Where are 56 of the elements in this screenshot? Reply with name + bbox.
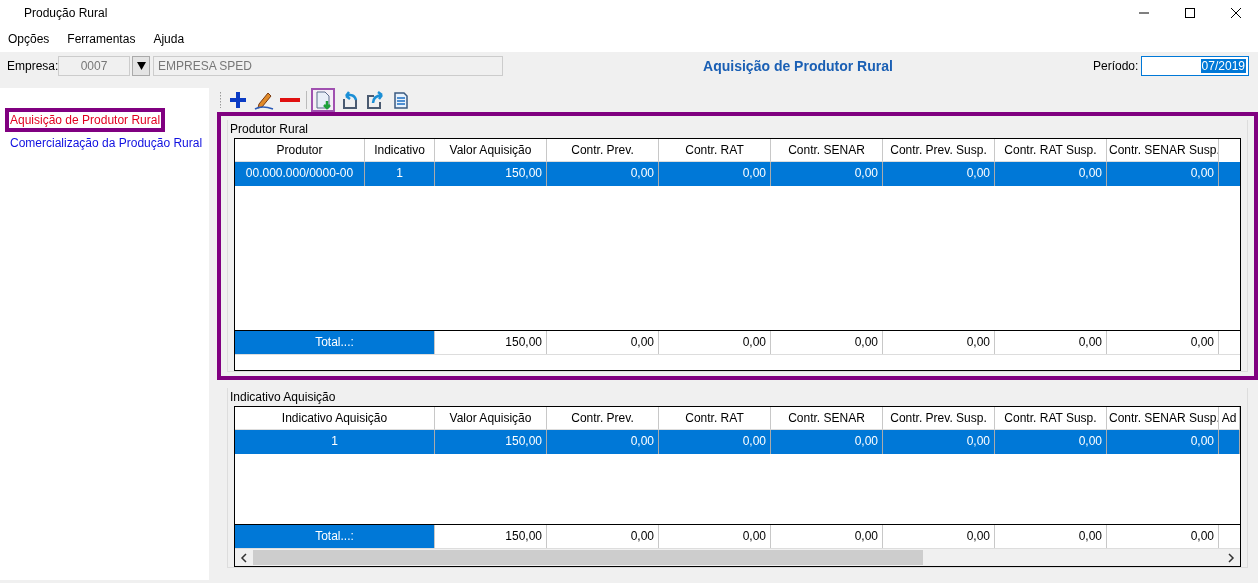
table-cell: 0,00 (995, 430, 1107, 454)
scroll-right-icon[interactable] (1227, 552, 1235, 563)
table-cell: 0,00 (659, 162, 771, 186)
window-title: Produção Rural (24, 6, 108, 20)
dropdown-button[interactable] (132, 56, 150, 76)
document-icon (391, 90, 411, 110)
total-cell: 150,00 (435, 331, 547, 354)
horizontal-scrollbar[interactable] (235, 548, 1240, 566)
table-cell: 150,00 (435, 430, 547, 454)
close-icon[interactable] (1230, 7, 1242, 19)
document-download-icon (313, 90, 333, 110)
table-cell: 0,00 (547, 430, 659, 454)
pencil-icon (254, 90, 274, 110)
total-label: Total...: (235, 525, 435, 548)
table-cell: 0,00 (771, 162, 883, 186)
table-cell: 1 (235, 430, 435, 454)
total-label: Total...: (235, 331, 435, 354)
table-cell: 150,00 (435, 162, 547, 186)
table-cell: 0,00 (659, 430, 771, 454)
table-cell: 00.000.000/0000-00 (235, 162, 365, 186)
period-label: Período: (1093, 59, 1140, 73)
total-cell: 0,00 (659, 331, 771, 354)
grip-icon[interactable] (219, 91, 222, 109)
share-icon (365, 90, 385, 110)
menu-item[interactable]: Opções (0, 32, 58, 46)
maximize-icon[interactable] (1184, 7, 1196, 19)
table-cell: 0,00 (1107, 162, 1219, 186)
menu-item[interactable]: Ajuda (145, 32, 193, 46)
table-row[interactable]: 00.000.000/0000-00 1 150,00 0,00 0,00 0,00 0,00 0,00 0,00 (235, 162, 1240, 186)
minus-icon (280, 98, 300, 102)
empresa-label: Empresa: (7, 59, 58, 73)
caret-icon[interactable] (136, 62, 146, 70)
table-cell: 0,00 (883, 430, 995, 454)
table-cell: 1 (365, 162, 435, 186)
sidebar-link[interactable]: Comercialização da Produção Rural (10, 134, 203, 152)
toolbar-button[interactable] (311, 88, 335, 112)
table-cell: 0,00 (1107, 430, 1219, 454)
scroll-left-icon[interactable] (240, 552, 248, 563)
table-cell: 0,00 (995, 162, 1107, 186)
table-cell: 0,00 (883, 162, 995, 186)
total-cell: 0,00 (995, 331, 1107, 354)
total-cell: 0,00 (883, 331, 995, 354)
total-cell: 0,00 (1107, 331, 1219, 354)
group-title: Indicativo Aquisição (230, 390, 338, 404)
total-cell: 0,00 (547, 331, 659, 354)
period-field[interactable]: 07/2019 (1141, 56, 1249, 76)
table-row[interactable]: 1 150,00 0,00 0,00 0,00 0,00 0,00 0,00 (235, 430, 1240, 454)
plus-icon (228, 90, 248, 110)
page-title: Aquisição de Produtor Rural (703, 58, 893, 74)
table-cell: 0,00 (547, 162, 659, 186)
group-title: Produtor Rural (230, 122, 311, 136)
menu-item[interactable]: Ferramentas (59, 32, 144, 46)
table-cell: 0,00 (771, 430, 883, 454)
scrollbar-thumb[interactable] (253, 550, 923, 565)
total-cell: 0,00 (771, 331, 883, 354)
sidebar-link[interactable]: Aquisição de Produtor Rural (5, 108, 166, 132)
